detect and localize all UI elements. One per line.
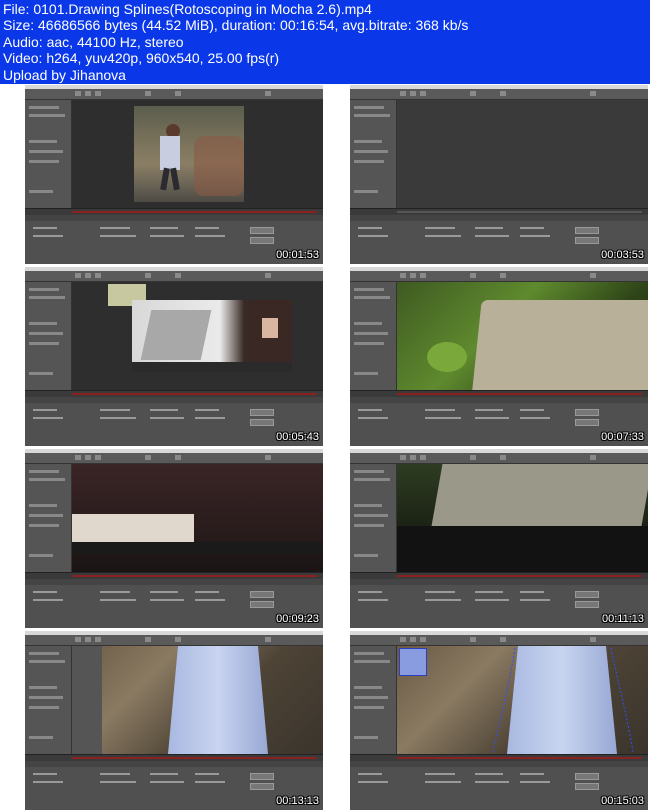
timestamp: 00:03:53	[601, 249, 644, 261]
thumbnail-8[interactable]: 00:15:03	[350, 631, 648, 810]
layer-panel	[350, 282, 397, 390]
thumbnail-1[interactable]: 00:01:53	[25, 85, 323, 264]
viewer	[397, 464, 648, 572]
layer-panel	[25, 282, 72, 390]
timeline[interactable]	[25, 390, 323, 397]
timestamp: 00:11:13	[601, 613, 644, 625]
toolbar	[25, 453, 323, 464]
viewer	[72, 464, 323, 572]
viewer	[72, 646, 323, 754]
layer-panel	[25, 100, 72, 208]
viewer	[72, 282, 323, 390]
layer-panel	[350, 646, 397, 754]
timestamp: 00:07:33	[601, 431, 644, 443]
logo	[28, 433, 50, 443]
toolbar	[25, 635, 323, 646]
audio-info-line: Audio: aac, 44100 Hz, stereo	[3, 33, 184, 50]
size-info-line: Size: 46686566 bytes (44.52 MiB), durati…	[3, 17, 469, 34]
viewer	[397, 100, 648, 208]
timestamp: 00:01:53	[276, 249, 319, 261]
thumbnail-7[interactable]: 00:13:13	[25, 631, 323, 810]
logo	[28, 251, 50, 261]
viewer	[397, 646, 648, 754]
toolbar	[350, 89, 648, 100]
timestamp: 00:15:03	[601, 795, 644, 807]
layer-panel	[350, 464, 397, 572]
logo	[353, 615, 375, 625]
toolbar	[350, 635, 648, 646]
logo	[28, 615, 50, 625]
toolbar	[350, 271, 648, 282]
timeline[interactable]	[350, 754, 648, 761]
thumbnail-grid: 00:01:53 00:03:53 00:05:43 00:07:33 00:0…	[0, 84, 650, 812]
timestamp: 00:13:13	[276, 795, 319, 807]
toolbar	[350, 453, 648, 464]
timeline[interactable]	[25, 208, 323, 215]
thumbnail-4[interactable]: 00:07:33	[350, 267, 648, 446]
video-info-line: Video: h264, yuv420p, 960x540, 25.00 fps…	[3, 50, 280, 67]
layer-panel	[350, 100, 397, 208]
toolbar	[25, 271, 323, 282]
toolbar	[25, 89, 323, 100]
timestamp: 00:05:43	[276, 431, 319, 443]
viewer	[72, 100, 323, 208]
logo	[353, 251, 375, 261]
timeline[interactable]	[25, 572, 323, 579]
logo	[353, 797, 375, 807]
timeline[interactable]	[350, 390, 648, 397]
thumbnail-2[interactable]: 00:03:53	[350, 85, 648, 264]
spline-overlay[interactable]	[397, 646, 647, 754]
thumbnail-6[interactable]: 00:11:13	[350, 449, 648, 628]
thumbnail-3[interactable]: 00:05:43	[25, 267, 323, 446]
logo	[353, 433, 375, 443]
layer-panel	[25, 646, 72, 754]
timeline[interactable]	[350, 572, 648, 579]
layer-panel	[25, 464, 72, 572]
viewer	[397, 282, 648, 390]
uploader-line: Upload by Jihanova	[3, 66, 126, 83]
logo	[28, 797, 50, 807]
timeline[interactable]	[350, 208, 648, 215]
file-info-line: File: 0101.Drawing Splines(Rotoscoping i…	[3, 1, 372, 17]
file-info-header: File: 0101.Drawing Splines(Rotoscoping i…	[3, 1, 468, 83]
thumbnail-5[interactable]: 00:09:23	[25, 449, 323, 628]
timestamp: 00:09:23	[276, 613, 319, 625]
timeline[interactable]	[25, 754, 323, 761]
